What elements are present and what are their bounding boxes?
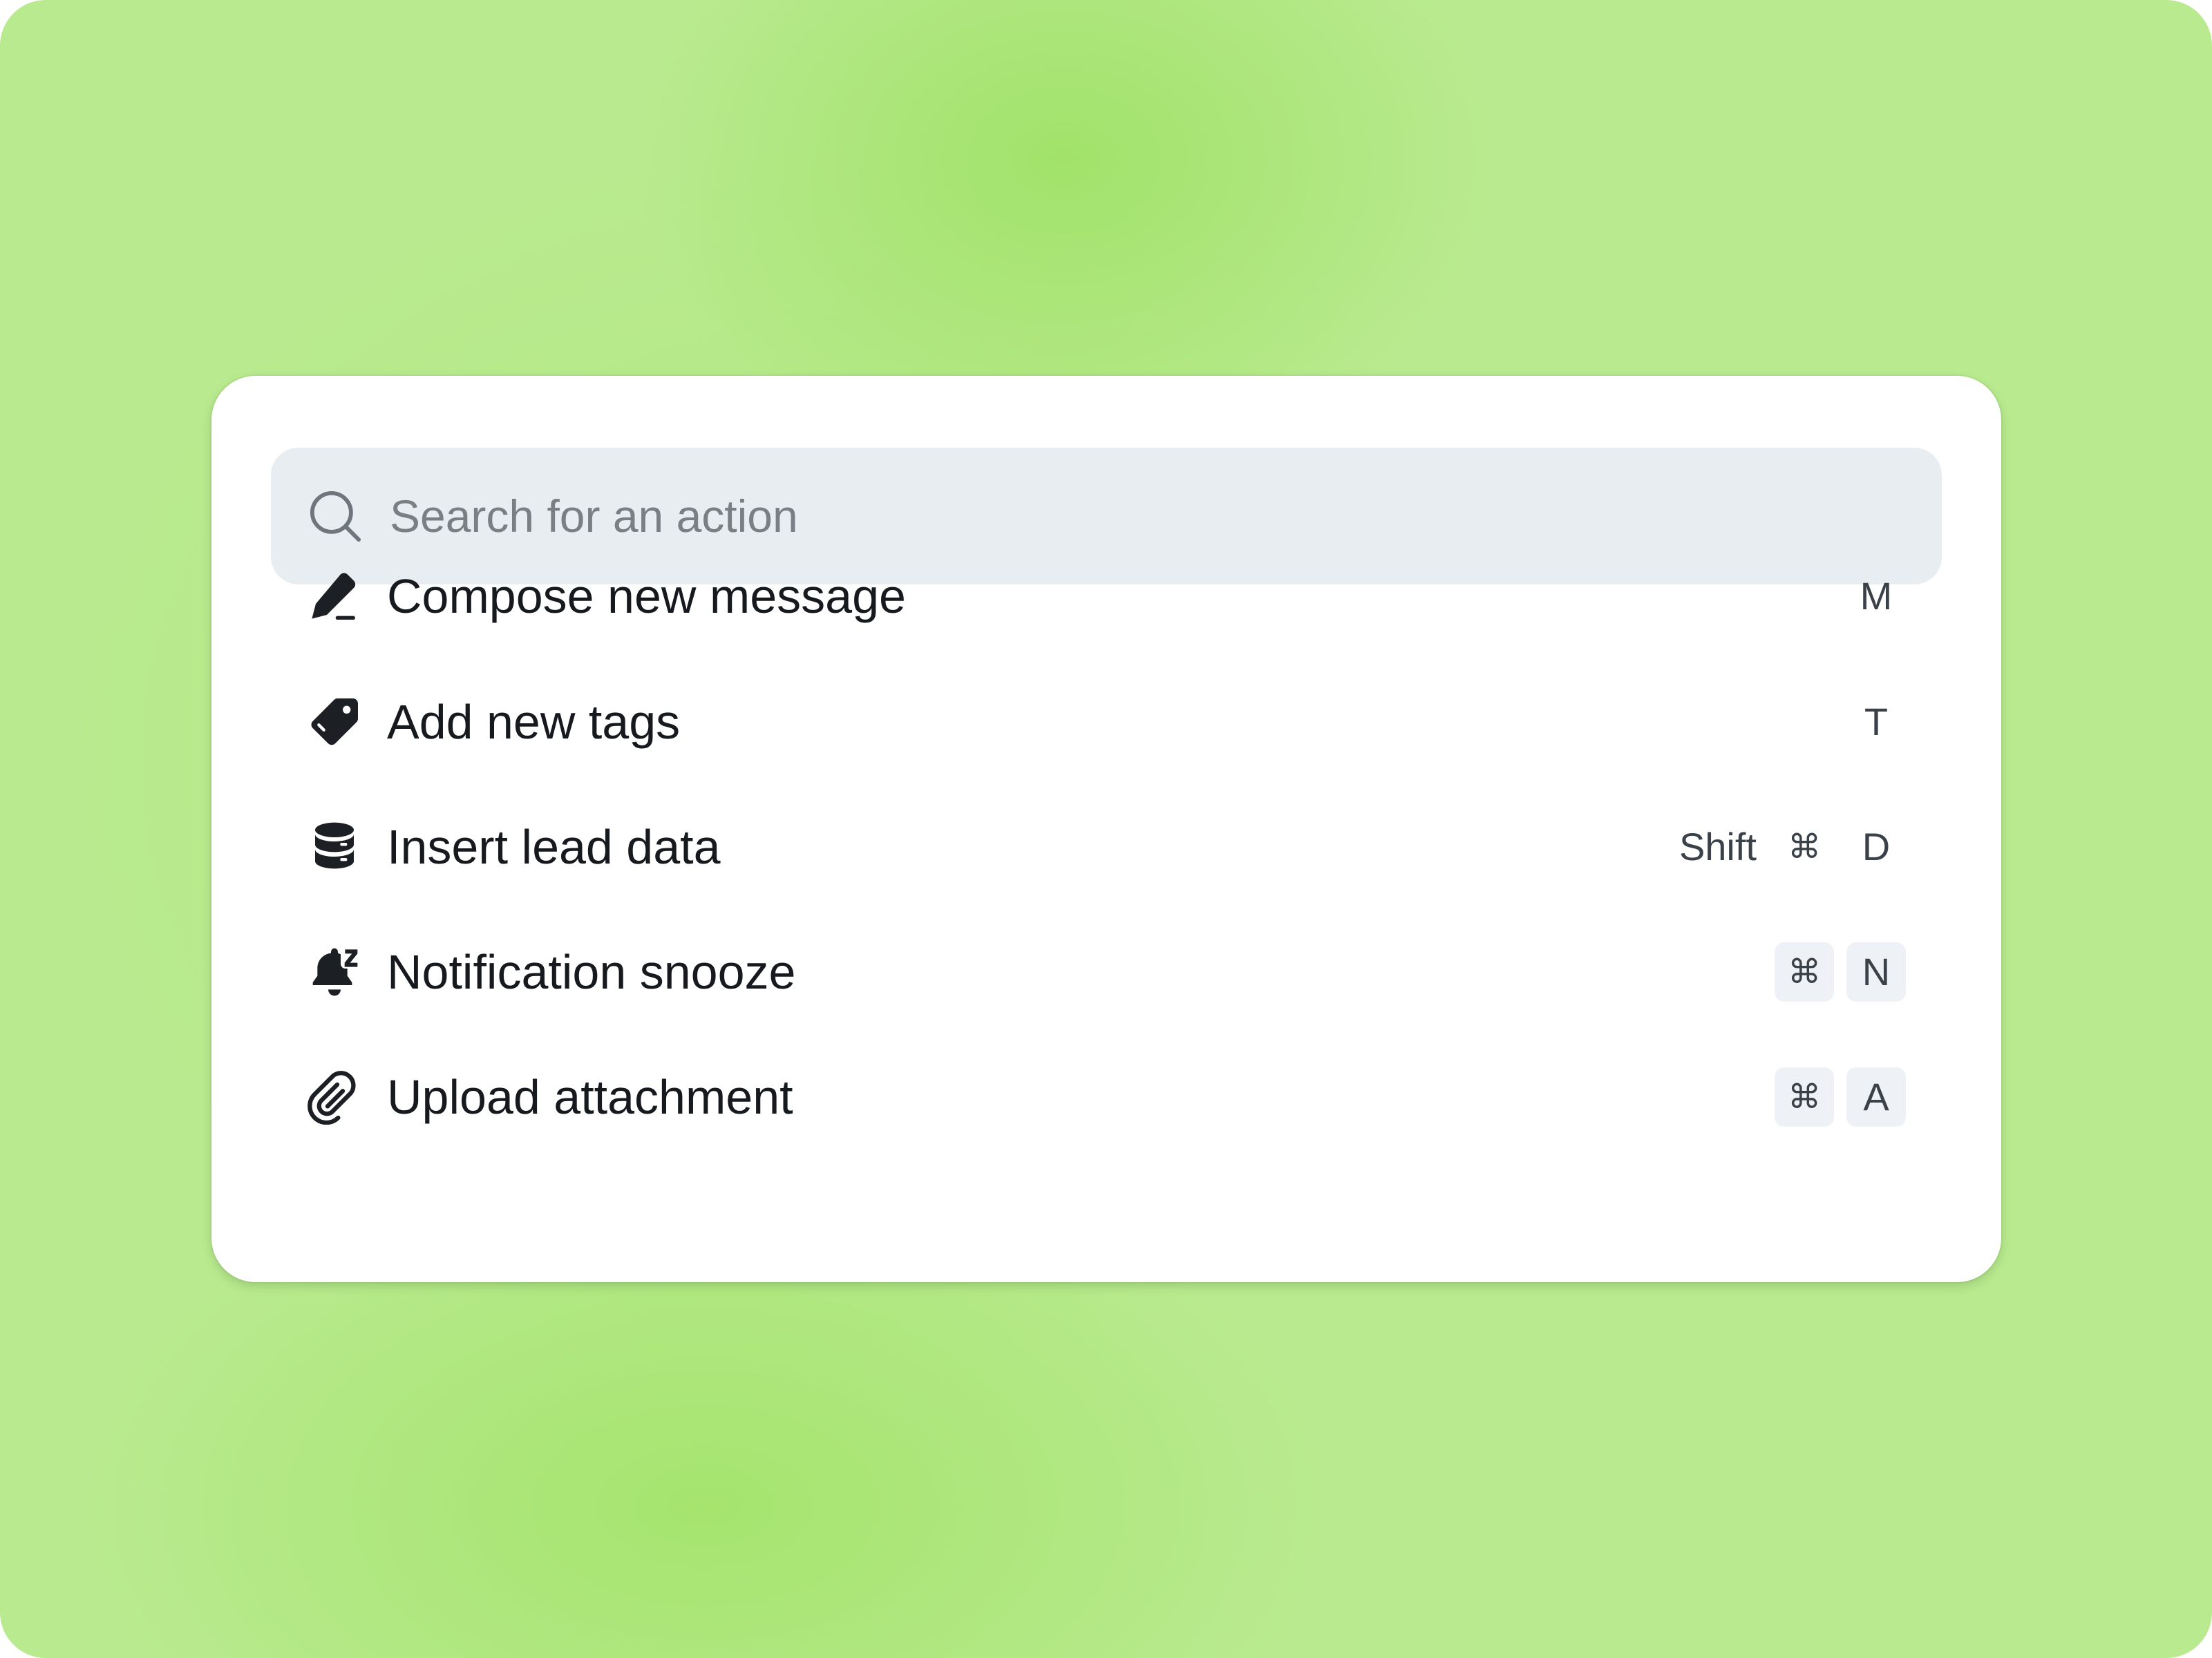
shortcut-key: T: [1864, 700, 1889, 743]
action-label: Compose new message: [387, 569, 906, 623]
action-insert-lead-data[interactable]: Insert lead data Shift ⌘ D: [271, 795, 1942, 899]
paperclip-icon: [308, 1071, 356, 1125]
keyboard-shortcut: Shift ⌘ D: [1674, 817, 1906, 877]
pencil-icon: [312, 573, 356, 620]
keyboard-shortcut: ⌘ N: [1775, 942, 1906, 1002]
command-palette: Compose new message M Add new tags T: [211, 376, 2001, 1282]
action-upload-attachment[interactable]: Upload attachment ⌘ A: [271, 1045, 1942, 1149]
action-label: Add new tags: [387, 695, 681, 749]
action-label: Insert lead data: [387, 820, 721, 874]
action-label: Upload attachment: [387, 1070, 793, 1124]
shortcut-key: M: [1860, 574, 1893, 618]
action-list: Compose new message M Add new tags T Ins…: [211, 376, 2001, 1282]
shortcut-key-command: ⌘: [1788, 828, 1821, 866]
action-add-new-tags[interactable]: Add new tags T: [271, 670, 1942, 774]
shortcut-key-command: ⌘: [1775, 942, 1834, 1002]
shortcut-key: A: [1846, 1067, 1906, 1127]
shortcut-key-shift: Shift: [1679, 825, 1757, 868]
shortcut-key-command: ⌘: [1775, 1067, 1834, 1127]
keyboard-shortcut: T: [1846, 692, 1906, 752]
shortcut-key: D: [1862, 825, 1891, 868]
action-compose-new-message[interactable]: Compose new message M: [271, 544, 1942, 648]
action-label: Notification snooze: [387, 945, 796, 999]
database-icon: [315, 822, 354, 869]
keyboard-shortcut: M: [1846, 566, 1906, 626]
keyboard-shortcut: ⌘ A: [1775, 1067, 1906, 1127]
action-notification-snooze[interactable]: Notification snooze ⌘ N: [271, 920, 1942, 1024]
shortcut-key: N: [1846, 942, 1906, 1002]
tag-icon: [311, 698, 358, 745]
bell-snooze-icon: [312, 948, 358, 996]
